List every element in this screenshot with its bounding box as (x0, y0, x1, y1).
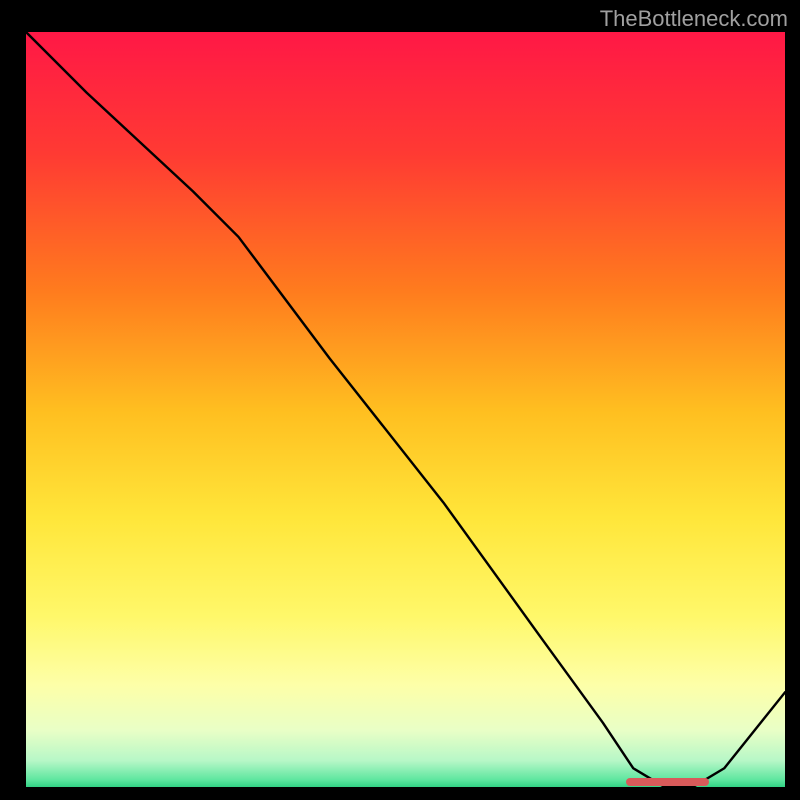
chart-root: TheBottleneck.com (0, 0, 800, 800)
chart-plot-area (26, 32, 785, 787)
watermark-text: TheBottleneck.com (600, 6, 788, 32)
optimal-marker (626, 778, 709, 786)
bottleneck-curve (26, 32, 785, 787)
